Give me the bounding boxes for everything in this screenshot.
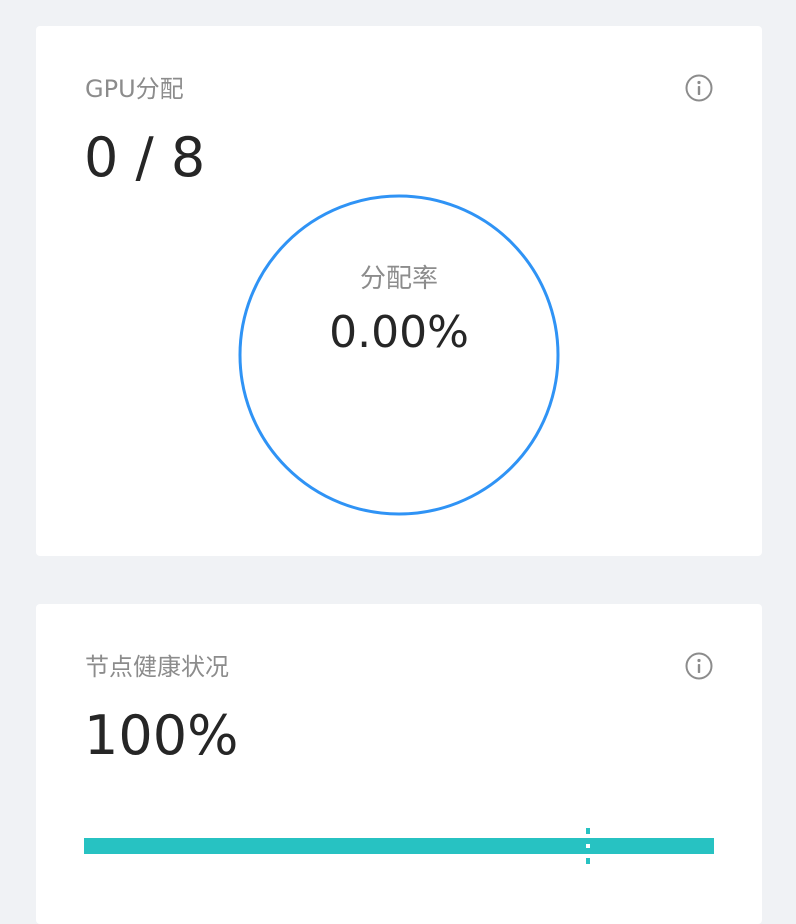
health-target-marker: [586, 828, 590, 864]
node-health-value: 100%: [84, 704, 239, 767]
health-progress-bar: [84, 828, 714, 864]
health-progress-fill: [84, 838, 714, 854]
health-card-title: 节点健康状况: [85, 653, 229, 681]
allocation-rate-ring: 分配率 0.00%: [237, 193, 561, 517]
allocation-rate-value: 0.00%: [329, 307, 469, 358]
gpu-allocation-card: GPU分配 0 / 8 分配率 0.00%: [36, 26, 762, 556]
node-health-card: 节点健康状况 100%: [36, 604, 762, 924]
gpu-allocation-value: 0 / 8: [84, 126, 206, 189]
info-icon[interactable]: [684, 651, 714, 681]
allocation-rate-label: 分配率: [359, 264, 438, 294]
gpu-card-title: GPU分配: [85, 75, 184, 103]
info-icon[interactable]: [684, 73, 714, 103]
